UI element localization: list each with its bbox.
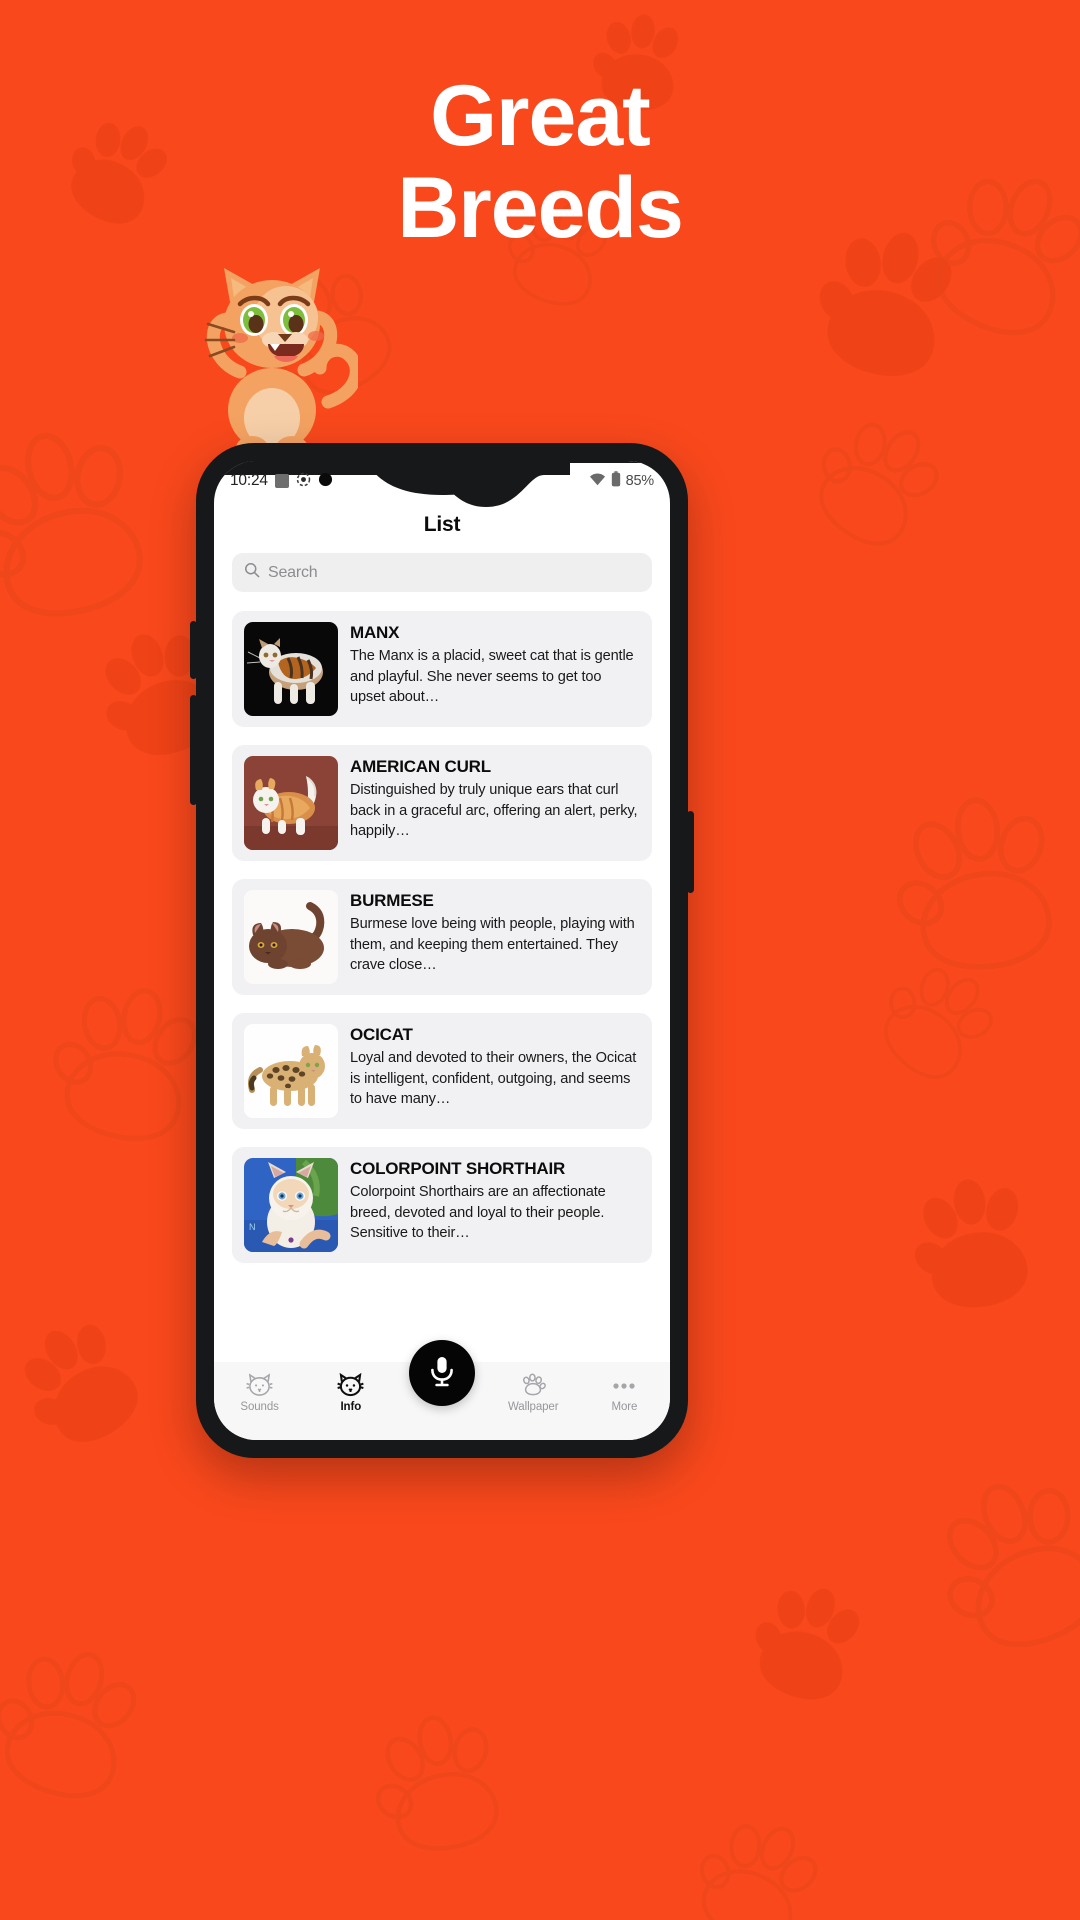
list-item-text: MANX The Manx is a placid, sweet cat tha… (350, 622, 640, 708)
breed-list[interactable]: MANX The Manx is a placid, sweet cat tha… (214, 611, 670, 1440)
list-item-text: OCICAT Loyal and devoted to their owners… (350, 1024, 640, 1110)
breed-name: BURMESE (350, 891, 434, 910)
camera-target-icon (296, 472, 311, 491)
page-title: List (423, 513, 461, 536)
tab-label: More (611, 1401, 638, 1413)
tab-sounds[interactable]: Sounds (214, 1372, 305, 1413)
microphone-fab-button[interactable] (409, 1340, 475, 1406)
square-indicator-icon (274, 474, 289, 488)
breed-name: OCICAT (350, 1025, 413, 1044)
microphone-icon (427, 1354, 457, 1393)
tab-label: Info (340, 1401, 362, 1413)
status-bar-time: 10:24 (230, 472, 268, 489)
cat-face-outline-icon (246, 1372, 273, 1398)
headline-line-2: Breeds (397, 160, 684, 256)
ocicat-photo (244, 1024, 338, 1118)
search-icon (244, 562, 260, 583)
list-item[interactable]: AMERICAN CURL Distinguished by truly uni… (232, 745, 652, 861)
cat-face-bold-icon (337, 1372, 365, 1398)
manx-photo (244, 622, 338, 716)
american-curl-photo (244, 756, 338, 850)
tab-more[interactable]: More (579, 1372, 670, 1413)
phone-screen: 10:24 85% List Search MANX The Manx is a… (214, 461, 670, 1440)
breed-description: Colorpoint Shorthairs are an affectionat… (350, 1184, 606, 1241)
breed-name: MANX (350, 623, 400, 642)
battery-icon (611, 471, 621, 491)
search-input[interactable]: Search (232, 553, 652, 592)
tab-label: Sounds (240, 1401, 279, 1413)
breed-description: The Manx is a placid, sweet cat that is … (350, 648, 634, 705)
status-bar: 10:24 85% (214, 461, 670, 501)
list-item-text: COLORPOINT SHORTHAIR Colorpoint Shorthai… (350, 1158, 640, 1244)
ellipsis-icon (611, 1372, 637, 1398)
svg-text:N: N (249, 1222, 256, 1232)
breed-description: Distinguished by truly unique ears that … (350, 782, 638, 839)
list-item[interactable]: BURMESE Burmese love being with people, … (232, 879, 652, 995)
wifi-icon (589, 472, 606, 491)
promo-headline: Great Breeds (0, 72, 1080, 252)
breed-name: COLORPOINT SHORTHAIR (350, 1159, 566, 1178)
tab-info[interactable]: Info (305, 1372, 396, 1413)
list-item[interactable]: MANX The Manx is a placid, sweet cat tha… (232, 611, 652, 727)
paw-icon (520, 1372, 547, 1398)
status-bar-right: 85% (589, 471, 654, 491)
breed-name: AMERICAN CURL (350, 757, 491, 776)
colorpoint-shorthair-photo: N (244, 1158, 338, 1252)
phone-power-button[interactable] (687, 811, 694, 893)
search-placeholder: Search (268, 563, 318, 581)
tab-label: Wallpaper (507, 1401, 559, 1413)
breed-description: Loyal and devoted to their owners, the O… (350, 1050, 637, 1107)
list-item-text: AMERICAN CURL Distinguished by truly uni… (350, 756, 640, 842)
phone-volume-up-button[interactable] (190, 621, 197, 679)
headline-line-1: Great (430, 68, 651, 164)
promo-screenshot: Great Breeds 10:24 85% List Search MANX … (0, 0, 1080, 1920)
breed-description: Burmese love being with people, playing … (350, 916, 635, 973)
list-item[interactable]: OCICAT Loyal and devoted to their owners… (232, 1013, 652, 1129)
dot-indicator-icon (318, 472, 333, 491)
battery-percentage: 85% (625, 473, 655, 489)
phone-device-frame: 10:24 85% List Search MANX The Manx is a… (190, 443, 694, 1458)
tab-wallpaper[interactable]: Wallpaper (488, 1372, 579, 1413)
status-bar-left: 10:24 (230, 472, 333, 491)
phone-volume-down-button[interactable] (190, 695, 197, 805)
list-item-text: BURMESE Burmese love being with people, … (350, 890, 640, 976)
list-item[interactable]: N COLORPOINT SHORTHAIR Colorpoint Shorth… (232, 1147, 652, 1263)
burmese-photo (244, 890, 338, 984)
